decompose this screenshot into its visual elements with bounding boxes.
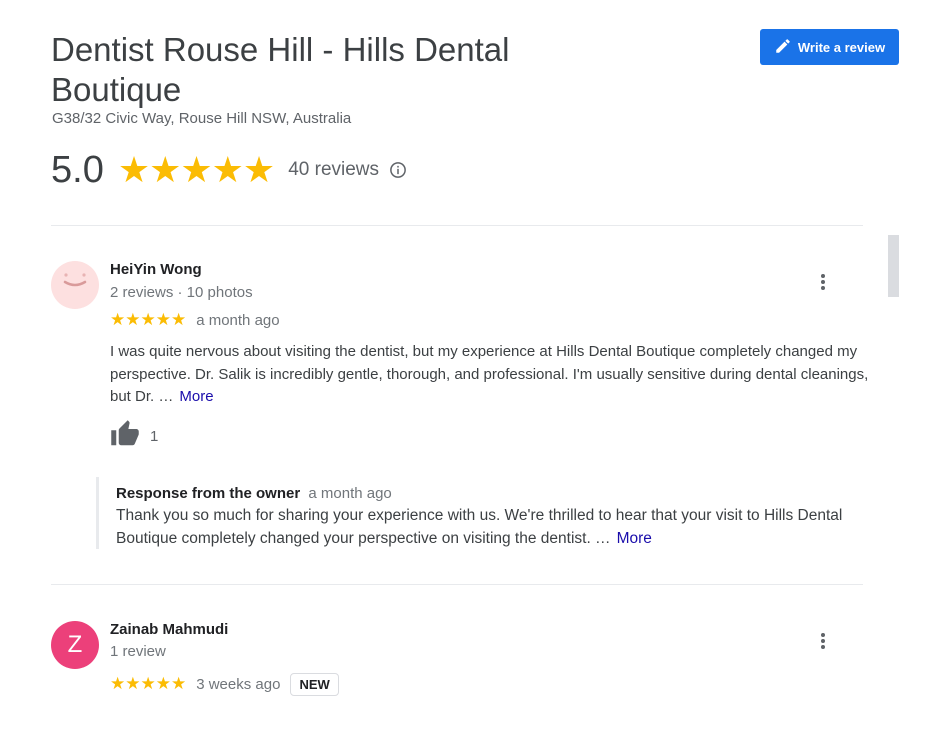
review-stars: ★★★★★ [110,674,187,693]
review-time: 3 weeks ago [196,675,281,693]
more-vert-icon[interactable] [813,629,833,653]
write-review-button[interactable]: Write a review [760,29,899,65]
review-stars: ★★★★★ [110,310,187,329]
like-count: 1 [150,427,159,445]
owner-response-more-link[interactable]: More [617,530,652,547]
write-review-label: Write a review [797,39,886,55]
review-count: 40 reviews [288,159,380,180]
rating-summary: 5.0 ★★★★★ 40 reviews [51,148,407,192]
avatar-letter: Z [67,631,83,658]
divider [51,584,863,585]
business-title: Dentist Rouse Hill - Hills Dental Boutiq… [51,31,510,108]
thumb-up-icon[interactable] [110,419,140,454]
divider [51,225,863,226]
like-row: 1 [110,419,159,454]
review-text: I was quite nervous about visiting the d… [110,341,870,409]
business-address: G38/32 Civic Way, Rouse Hill NSW, Austra… [52,110,352,127]
review-author[interactable]: Zainab Mahmudi [110,621,228,638]
owner-response-header: Response from the owner a month ago [116,485,392,502]
scrollbar-thumb[interactable] [888,235,899,297]
review-author-meta: 2 reviews · 10 photos [110,284,253,301]
avatar[interactable] [51,261,99,309]
review-body: I was quite nervous about visiting the d… [110,343,869,405]
owner-response-text: Thank you so much for sharing your exper… [116,505,856,550]
more-vert-icon[interactable] [813,270,833,294]
review-more-link[interactable]: More [179,388,213,405]
avatar[interactable]: Z [51,621,99,669]
owner-response-title: Response from the owner [116,485,301,502]
owner-response-bar [96,477,99,549]
pencil-icon [774,37,792,58]
review-author-meta: 1 review [110,643,166,660]
info-icon[interactable] [389,161,407,179]
owner-response-time: a month ago [308,485,392,502]
review-author[interactable]: HeiYin Wong [110,261,202,278]
review-rating-row: ★★★★★ a month ago [110,310,280,330]
rating-value: 5.0 [51,149,104,191]
new-badge: NEW [290,672,339,696]
review-time: a month ago [196,311,280,329]
scrollbar[interactable] [888,226,899,738]
review-rating-row: ★★★★★ 3 weeks ago NEW [110,672,339,696]
rating-stars: ★★★★★ [117,149,275,190]
owner-response-body: Thank you so much for sharing your exper… [116,507,843,547]
